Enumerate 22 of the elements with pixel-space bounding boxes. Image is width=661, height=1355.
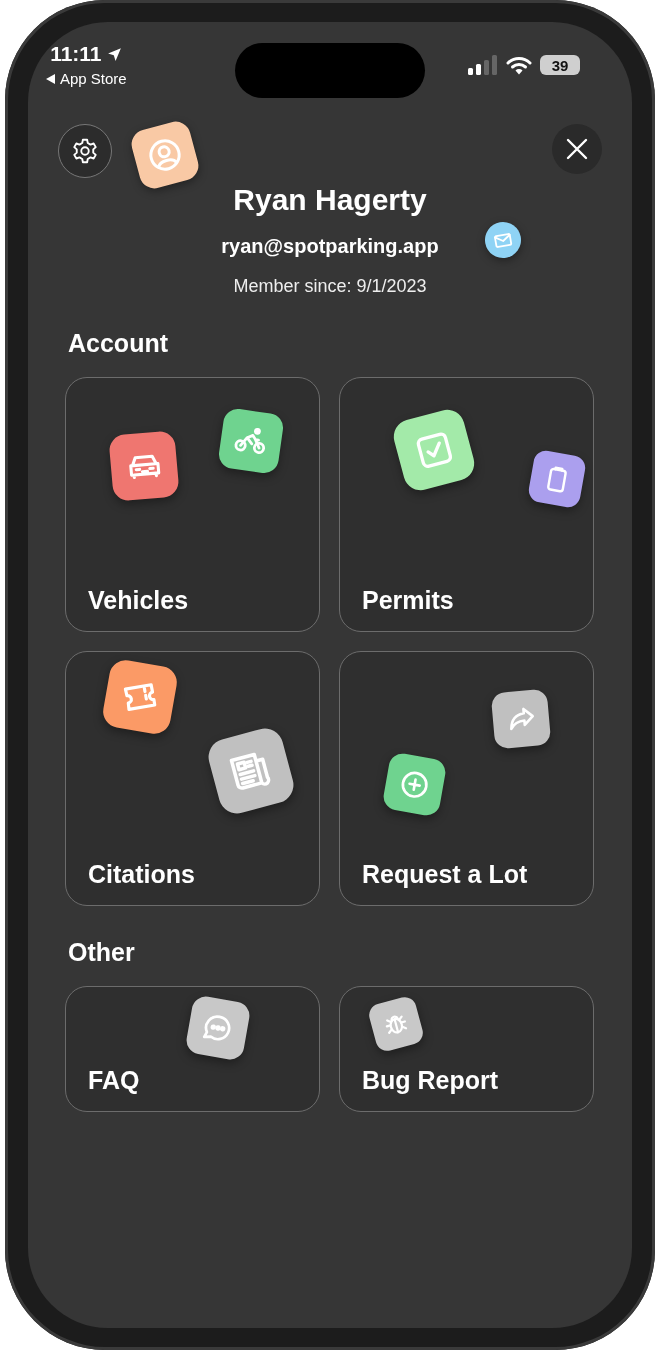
menu-card[interactable]: Citations [65, 651, 320, 906]
close-button[interactable] [552, 124, 602, 174]
menu-card[interactable]: FAQ [65, 986, 320, 1112]
signal-icon [468, 55, 498, 75]
user-name: Ryan Hagerty [233, 182, 427, 218]
menu-card[interactable]: Vehicles [65, 377, 320, 632]
battery-percentage: 39 [551, 56, 569, 74]
gear-icon [70, 136, 100, 166]
menu-card[interactable]: Permits [339, 377, 594, 632]
settings-button[interactable] [58, 124, 112, 178]
clock-time: 11:11 [50, 42, 102, 66]
wifi-icon [506, 55, 532, 75]
location-arrow-icon [105, 45, 123, 63]
close-icon [565, 137, 589, 161]
user-email: ryan@spotparking.app [221, 234, 439, 259]
section-heading: Other [68, 937, 136, 967]
member-since-text: Member since: 9/1/2023 [233, 275, 427, 297]
back-link[interactable]: App Store [60, 70, 127, 87]
menu-card[interactable]: Bug Report [339, 986, 594, 1112]
section-heading: Account [68, 328, 169, 358]
back-icon[interactable] [46, 73, 55, 84]
menu-card[interactable]: Request a Lot [339, 651, 594, 906]
